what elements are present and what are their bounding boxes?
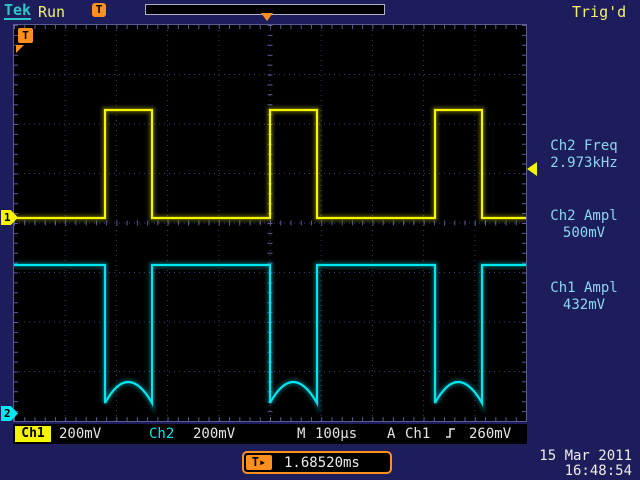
measurement-value: 500mV <box>528 225 640 242</box>
trigger-status: Trig'd <box>572 3 626 21</box>
ch2-scale-value: 200mV <box>193 426 235 442</box>
measurement-label: Ch2 Freq <box>528 138 640 155</box>
measurement-ch2-freq: Ch2 Freq 2.973kHz <box>528 138 640 172</box>
measurement-label: Ch1 Ampl <box>528 280 640 297</box>
delay-trigger-icon: T▸ <box>246 455 272 470</box>
oscilloscope-screen: Tek Run T Trig'd T 1 2 Ch2 <box>0 0 640 480</box>
ch2-trace <box>14 265 526 403</box>
acquisition-state: Run <box>38 3 65 21</box>
rising-edge-icon <box>445 426 457 444</box>
date-text: 15 Mar 2011 <box>539 449 632 464</box>
trigger-source: Ch1 <box>405 426 430 442</box>
status-bar: Ch1 200mV Ch2 200mV M 100µs A Ch1 260mV <box>13 424 527 444</box>
ch1-scale-value: 200mV <box>59 426 101 442</box>
trigger-position-icon <box>261 13 273 21</box>
trigger-system-label: A <box>387 426 395 442</box>
time-text: 16:48:54 <box>539 464 632 479</box>
timebase-value: 100µs <box>315 426 357 442</box>
delay-arrow-icon: ▸ <box>259 455 266 469</box>
trigger-corner-arrow-icon <box>16 45 24 53</box>
ch1-trace-line <box>14 110 526 218</box>
timebase-label: M <box>297 426 305 442</box>
measurement-label: Ch2 Ampl <box>528 208 640 225</box>
trigger-level-value: 260mV <box>469 426 511 442</box>
trigger-t-badge: T <box>92 3 106 17</box>
datetime: 15 Mar 2011 16:48:54 <box>539 449 632 479</box>
tek-logo: Tek <box>4 3 31 20</box>
trigger-corner-marker: T <box>18 28 33 43</box>
delay-value: 1.68520ms <box>284 455 360 471</box>
measurement-value: 432mV <box>528 297 640 314</box>
measurement-value: 2.973kHz <box>528 155 640 172</box>
graticule <box>13 24 527 422</box>
graticule-svg <box>14 25 526 421</box>
ch1-scale-badge: Ch1 <box>15 426 51 442</box>
ch1-trace <box>14 110 526 218</box>
ch2-scale-label: Ch2 <box>149 426 174 442</box>
delay-trigger-t: T <box>252 455 259 469</box>
measurement-ch2-ampl: Ch2 Ampl 500mV <box>528 208 640 242</box>
delay-readout: T▸ 1.68520ms <box>242 451 392 474</box>
measurement-ch1-ampl: Ch1 Ampl 432mV <box>528 280 640 314</box>
